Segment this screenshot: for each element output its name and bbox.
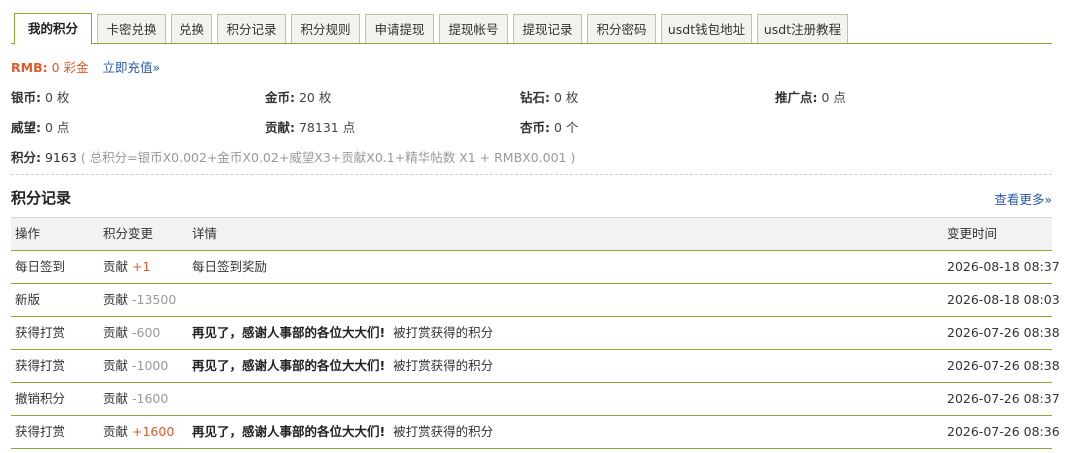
section-divider xyxy=(11,174,1052,175)
tab-withdraw-log[interactable]: 提现记录 xyxy=(513,14,582,43)
row-change: 贡献 +1600 xyxy=(103,416,174,448)
row-change-amount: -1000 xyxy=(132,358,169,373)
table-row: 每日签到 贡献 +1 每日签到奖励 2026-08-18 08:37 xyxy=(11,251,1060,284)
header-op: 操作 xyxy=(15,226,41,241)
stat-promo-value: 0 点 xyxy=(821,90,846,105)
stat-apricot-value: 0 个 xyxy=(553,120,579,135)
stat-gold-label: 金币: xyxy=(265,90,295,105)
tab-points-password[interactable]: 积分密码 xyxy=(587,14,656,43)
total-points-formula: ( 总积分=银币X0.002+金币X0.02+威望X3+贡献X0.1+精华帖数 … xyxy=(80,150,576,165)
row-change-amount: -13500 xyxy=(132,292,177,307)
row-op: 获得打赏 xyxy=(15,325,66,340)
table-row: 获得打赏 贡献 +1600 再见了，感谢人事部的各位大大们! 被打赏获得的积分 202… xyxy=(11,416,1060,449)
stat-promo-label: 推广点: xyxy=(775,90,818,105)
row-detail: 每日签到奖励 xyxy=(192,251,267,283)
recharge-link[interactable]: 立即充值» xyxy=(103,60,161,75)
table-header: 操作 积分变更 详情 变更时间 xyxy=(11,217,1052,251)
row-time: 2026-08-18 08:03 xyxy=(947,292,1060,307)
row-change: 贡献 -1600 xyxy=(103,383,168,415)
row-change-type: 贡献 xyxy=(103,358,129,373)
row-detail-thread[interactable]: 再见了，感谢人事部的各位大大们! xyxy=(192,358,385,373)
row-detail: 再见了，感谢人事部的各位大大们! 被打赏获得的积分 xyxy=(192,416,493,448)
row-time: 2026-07-26 08:38 xyxy=(947,358,1060,373)
row-time: 2026-07-26 08:38 xyxy=(947,325,1060,340)
row-change-amount: -600 xyxy=(132,325,161,340)
row-op: 每日签到 xyxy=(15,259,66,274)
stat-silver-value: 0 枚 xyxy=(44,90,70,105)
stat-silver-label: 银币: xyxy=(11,90,41,105)
row-change: 贡献 -600 xyxy=(103,317,160,349)
row-time: 2026-07-26 08:36 xyxy=(947,424,1060,439)
row-detail: 再见了，感谢人事部的各位大大们! 被打赏获得的积分 xyxy=(192,350,493,382)
row-change-type: 贡献 xyxy=(103,259,129,274)
tab-usdt-tutorial[interactable]: usdt注册教程 xyxy=(757,14,848,43)
row-change-type: 贡献 xyxy=(103,424,129,439)
tab-card-redeem[interactable]: 卡密兑换 xyxy=(97,14,166,43)
tab-my-points[interactable]: 我的积分 xyxy=(14,13,92,45)
header-change: 积分变更 xyxy=(103,226,154,241)
row-change-type: 贡献 xyxy=(103,325,129,340)
records-title: 积分记录 xyxy=(11,189,72,207)
records-table: 操作 积分变更 详情 变更时间 每日签到 贡献 +1 每日签到奖励 2026-08-1… xyxy=(11,217,1060,449)
view-more-link[interactable]: 查看更多» xyxy=(994,189,1052,208)
stat-contribution-value: 78131 点 xyxy=(298,120,356,135)
stat-promo: 推广点: 0 点 xyxy=(775,87,846,106)
stat-prestige: 威望: 0 点 xyxy=(11,117,69,136)
stat-diamond-value: 0 枚 xyxy=(553,90,579,105)
table-row: 撤销积分 贡献 -1600 2026-07-26 08:37 xyxy=(11,383,1060,416)
row-op: 新版 xyxy=(15,292,41,307)
table-row: 获得打赏 贡献 -600 再见了，感谢人事部的各位大大们! 被打赏获得的积分 2026… xyxy=(11,317,1060,350)
row-change: 贡献 +1 xyxy=(103,251,150,283)
row-change-amount: -1600 xyxy=(132,391,169,406)
row-change-type: 贡献 xyxy=(103,391,129,406)
row-detail-text: 被打赏获得的积分 xyxy=(393,424,494,439)
row-detail-text: 每日签到奖励 xyxy=(192,259,268,274)
tab-withdraw-apply[interactable]: 申请提现 xyxy=(365,14,434,43)
rmb-value: 0 彩金 xyxy=(51,60,89,75)
header-time: 变更时间 xyxy=(947,226,998,241)
row-detail: 再见了，感谢人事部的各位大大们! 被打赏获得的积分 xyxy=(192,317,493,349)
row-detail-text: 被打赏获得的积分 xyxy=(393,358,494,373)
tab-exchange[interactable]: 兑换 xyxy=(171,14,212,43)
stat-diamond-label: 钻石: xyxy=(520,90,550,105)
stat-gold: 金币: 20 枚 xyxy=(265,87,331,106)
tab-points-log[interactable]: 积分记录 xyxy=(217,14,286,43)
row-change-amount: +1600 xyxy=(132,424,175,439)
header-detail: 详情 xyxy=(192,226,218,241)
row-change-type: 贡献 xyxy=(103,292,129,307)
tab-bar: 我的积分 卡密兑换 兑换 积分记录 积分规则 申请提现 提现帐号 提现记录 积分… xyxy=(11,13,1052,45)
row-op: 获得打赏 xyxy=(15,358,66,373)
row-detail-thread[interactable]: 再见了，感谢人事部的各位大大们! xyxy=(192,424,385,439)
tab-usdt-wallet[interactable]: usdt钱包地址 xyxy=(661,14,752,43)
stat-prestige-value: 0 点 xyxy=(44,120,70,135)
row-time: 2026-07-26 08:37 xyxy=(947,391,1060,406)
stat-diamond: 钻石: 0 枚 xyxy=(520,87,578,106)
rmb-label: RMB: xyxy=(11,60,48,75)
stat-prestige-label: 威望: xyxy=(11,120,41,135)
total-points-label: 积分: xyxy=(11,150,41,165)
row-change: 贡献 -1000 xyxy=(103,350,168,382)
row-detail-text: 被打赏获得的积分 xyxy=(393,325,494,340)
total-points-value: 9163 xyxy=(44,150,77,165)
row-change: 贡献 -13500 xyxy=(103,284,176,316)
tab-withdraw-account[interactable]: 提现帐号 xyxy=(439,14,508,43)
row-op: 撤销积分 xyxy=(15,391,66,406)
table-row: 获得打赏 贡献 -1000 再见了，感谢人事部的各位大大们! 被打赏获得的积分 202… xyxy=(11,350,1060,383)
row-op: 获得打赏 xyxy=(15,424,66,439)
stat-apricot-label: 杏币: xyxy=(520,120,550,135)
stat-contribution-label: 贡献: xyxy=(265,120,295,135)
row-time: 2026-08-18 08:37 xyxy=(947,259,1060,274)
row-change-amount: +1 xyxy=(132,259,151,274)
tab-points-rules[interactable]: 积分规则 xyxy=(291,14,360,43)
table-row: 新版 贡献 -13500 2026-08-18 08:03 xyxy=(11,284,1060,317)
stat-contribution: 贡献: 78131 点 xyxy=(265,117,355,136)
stat-apricot: 杏币: 0 个 xyxy=(520,117,578,136)
rmb-balance: RMB: 0 彩金 立即充值» xyxy=(11,57,160,76)
total-points: 积分: 9163 ( 总积分=银币X0.002+金币X0.02+威望X3+贡献X… xyxy=(11,147,575,166)
stat-silver: 银币: 0 枚 xyxy=(11,87,69,106)
row-detail-thread[interactable]: 再见了，感谢人事部的各位大大们! xyxy=(192,325,385,340)
stat-gold-value: 20 枚 xyxy=(298,90,332,105)
